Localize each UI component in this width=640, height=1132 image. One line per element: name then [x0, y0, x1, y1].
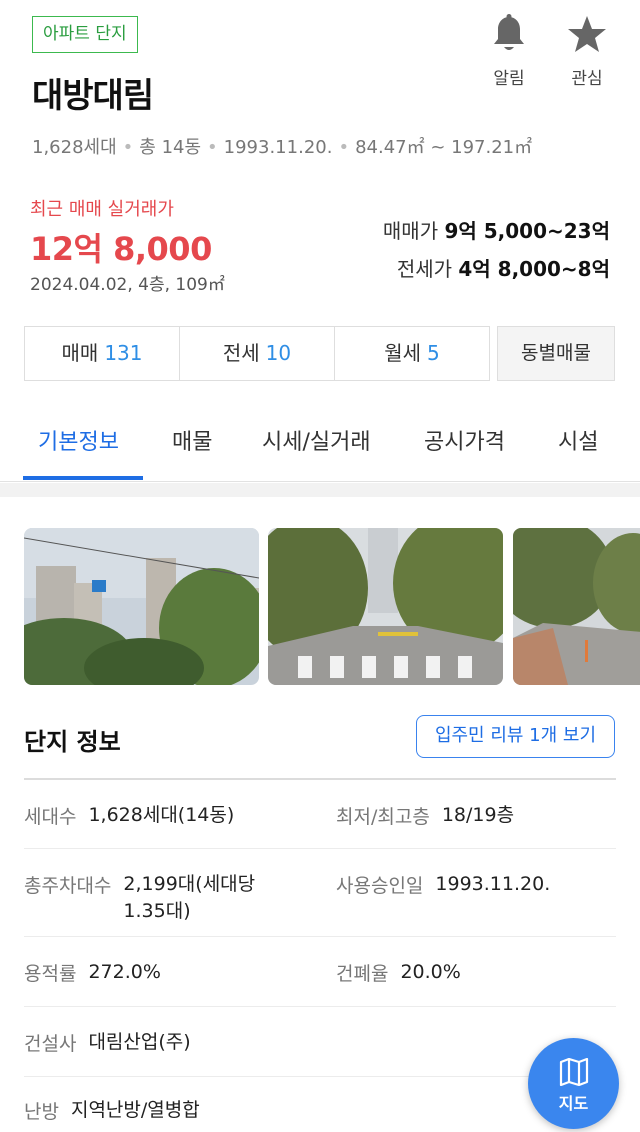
listing-tab-label: 매매 [61, 341, 99, 365]
star-icon [568, 16, 606, 52]
listing-tab-label: 월세 [384, 341, 422, 365]
listing-tab-label: 전세 [222, 341, 260, 365]
listing-tab-count: 5 [427, 341, 440, 365]
summary-approval-date: 1993.11.20. [223, 137, 333, 158]
favorite-button[interactable]: 관심 [557, 14, 617, 89]
info-parking: 총주차대수 2,199대(세대당 1.35대) [24, 873, 256, 922]
info-building-coverage: 건폐율 20.0% [336, 961, 461, 985]
summary-area-range: 84.47㎡ ~ 197.21㎡ [355, 137, 533, 158]
alarm-button[interactable]: 알림 [479, 14, 539, 89]
complex-photo[interactable] [268, 528, 503, 685]
section-divider [0, 483, 640, 497]
info-builder: 건설사 대림산업(주) [24, 1031, 191, 1055]
listing-type-tabs: 매매 131 전세 10 월세 5 [24, 326, 490, 381]
listings-by-building-button[interactable]: 동별매물 [497, 326, 615, 381]
active-tab-indicator [23, 476, 143, 480]
complex-info-title: 단지 정보 [24, 728, 121, 756]
lease-price-range: 전세가 4억 8,000~8억 [397, 253, 610, 282]
summary-buildings: 총 14동 [139, 137, 202, 158]
lease-price-value: 4억 8,000~8억 [458, 257, 610, 281]
recent-trade-label: 최근 매매 실거래가 [30, 199, 174, 220]
complex-photo[interactable] [513, 528, 640, 685]
map-icon [559, 1058, 588, 1086]
listing-tab-count: 10 [265, 341, 292, 365]
info-row: 총주차대수 2,199대(세대당 1.35대) 사용승인일 1993.11.20. [24, 849, 616, 937]
sale-price-range: 매매가 9억 5,000~23억 [383, 215, 610, 244]
listing-tab-monthly-rent[interactable]: 월세 5 [335, 327, 489, 380]
resident-review-button[interactable]: 입주민 리뷰 1개 보기 [416, 715, 615, 758]
bell-icon [494, 14, 524, 50]
info-floors: 최저/최고층 18/19층 [336, 804, 515, 828]
tab-listings[interactable]: 매물 [172, 424, 212, 456]
alarm-label: 알림 [493, 69, 525, 89]
page-title: 대방대림 [32, 76, 154, 116]
tab-facilities[interactable]: 시설 [558, 424, 598, 456]
sale-price-label: 매매가 [382, 219, 439, 243]
favorite-label: 관심 [571, 69, 603, 89]
summary-households: 1,628세대 [32, 137, 117, 158]
map-button[interactable]: 지도 [528, 1038, 619, 1129]
listing-tab-lease[interactable]: 전세 10 [180, 327, 335, 380]
tab-market-price[interactable]: 시세/실거래 [262, 424, 371, 456]
sale-price-value: 9억 5,000~23억 [444, 219, 610, 243]
info-row: 세대수 1,628세대(14동) 최저/최고층 18/19층 [24, 780, 616, 849]
apartment-complex-tag: 아파트 단지 [32, 16, 138, 53]
recent-trade-detail: 2024.04.02, 4층, 109㎡ [30, 275, 225, 295]
tab-official-price[interactable]: 공시가격 [424, 424, 505, 456]
lease-price-label: 전세가 [396, 257, 453, 281]
info-row: 용적률 272.0% 건폐율 20.0% [24, 937, 616, 1007]
listing-tab-count: 131 [104, 341, 143, 365]
info-approval-date: 사용승인일 1993.11.20. [336, 873, 551, 897]
map-label: 지도 [558, 1094, 589, 1113]
info-floor-area-ratio: 용적률 272.0% [24, 961, 161, 985]
complex-summary: 1,628세대 • 총 14동 • 1993.11.20. • 84.47㎡ ~ 197.2… [32, 137, 533, 158]
info-households: 세대수 1,628세대(14동) [24, 804, 235, 828]
recent-trade-price: 12억 8,000 [30, 230, 212, 268]
section-nav-tabs: 기본정보 매물 시세/실거래 공시가격 시설 [0, 398, 640, 482]
complex-photo[interactable] [24, 528, 259, 685]
info-heating: 난방 지역난방/열병합 [24, 1099, 200, 1123]
tab-basic-info[interactable]: 기본정보 [38, 424, 119, 456]
listing-tab-sale[interactable]: 매매 131 [25, 327, 180, 380]
info-row: 건설사 대림산업(주) [24, 1007, 616, 1077]
